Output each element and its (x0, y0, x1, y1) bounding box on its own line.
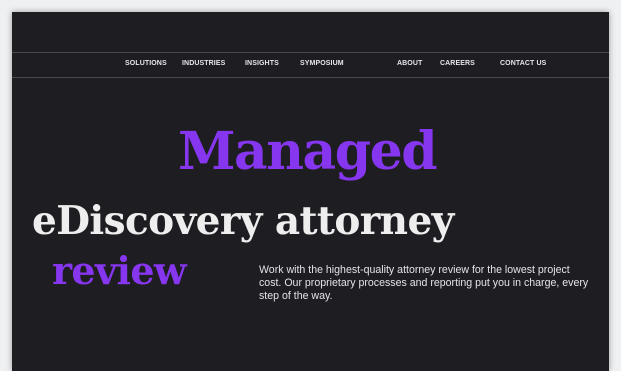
nav-item-solutions[interactable]: SOLUTIONS (125, 60, 167, 67)
nav-item-careers[interactable]: CAREERS (440, 60, 475, 67)
nav-item-symposium[interactable]: SYMPOSIUM (300, 60, 344, 67)
nav-item-industries[interactable]: INDUSTRIES (182, 60, 225, 67)
nav-item-insights[interactable]: INSIGHTS (245, 60, 279, 67)
hero-intro-text: Work with the highest-quality attorney r… (259, 264, 589, 302)
nav-item-about[interactable]: ABOUT (397, 60, 422, 67)
nav-item-contact-us[interactable]: CONTACT US (500, 60, 546, 67)
browser-viewport: SOLUTIONS INDUSTRIES INSIGHTS SYMPOSIUM … (12, 12, 609, 371)
hero-heading-managed: Managed (178, 121, 438, 182)
hero-heading-ediscovery-attorney: eDiscovery attorney (32, 198, 454, 244)
main-navigation: SOLUTIONS INDUSTRIES INSIGHTS SYMPOSIUM … (12, 52, 609, 78)
hero-heading-review: review (52, 248, 187, 293)
